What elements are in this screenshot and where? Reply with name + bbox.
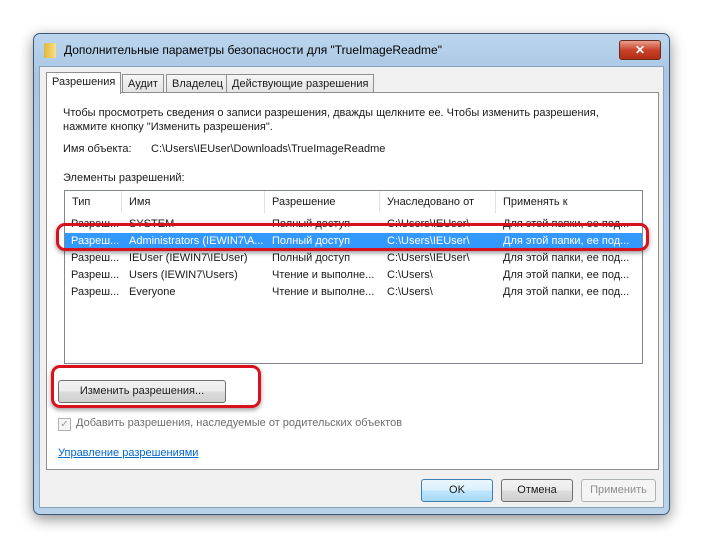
highlight-edit-button <box>51 365 261 408</box>
table-row[interactable]: Разреш... Everyone Чтение и выполне... C:\U… <box>65 284 642 301</box>
column-name[interactable]: Имя <box>122 191 265 213</box>
table-row[interactable]: Разреш... IEUser (IEWIN7\IEUser) Полный до… <box>65 250 642 267</box>
close-button[interactable]: ✕ <box>619 40 661 60</box>
object-path: C:\Users\IEUser\Downloads\TrueImageReadm… <box>151 143 386 155</box>
table-cell: Users (IEWIN7\Users) <box>129 269 238 281</box>
cancel-button[interactable]: Отмена <box>501 479 573 502</box>
inherit-checkbox-label: Добавить разрешения, наследуемые от роди… <box>76 417 403 429</box>
table-cell: Разреш... <box>71 252 120 264</box>
security-dialog: Дополнительные параметры безопасности дл… <box>33 33 670 515</box>
table-cell: C:\Users\IEUser\ <box>387 252 470 264</box>
tab-permissions[interactable]: Разрешения <box>46 72 122 94</box>
info-text-2: нажмите кнопку "Изменить разрешения". <box>63 121 273 133</box>
tab-owner[interactable]: Владелец <box>166 74 229 93</box>
table-cell: Everyone <box>129 286 176 298</box>
ok-button[interactable]: OK <box>421 479 493 502</box>
table-cell: C:\Users\ <box>387 269 433 281</box>
manage-permissions-link[interactable]: Управление разрешениями <box>58 447 198 459</box>
table-cell: Для этой папки, ее под... <box>503 252 630 264</box>
column-inherited-from[interactable]: Унаследовано от <box>380 191 496 213</box>
highlight-selected-row <box>56 223 649 251</box>
table-cell: Чтение и выполне... <box>272 269 375 281</box>
tab-effective-permissions[interactable]: Действующие разрешения <box>226 74 375 93</box>
table-cell: Для этой папки, ее под... <box>503 286 630 298</box>
inherit-checkbox[interactable]: ✓ <box>58 418 71 431</box>
table-cell: Полный доступ <box>272 252 351 264</box>
column-permission[interactable]: Разрешение <box>265 191 380 213</box>
table-row[interactable]: Разреш... Users (IEWIN7\Users) Чтение и вы… <box>65 267 642 284</box>
table-cell: Разреш... <box>71 269 120 281</box>
info-text: Чтобы просмотреть сведения о записи разр… <box>63 107 599 119</box>
column-type[interactable]: Тип <box>65 191 122 213</box>
apply-button[interactable]: Применить <box>581 479 656 502</box>
entries-label: Элементы разрешений: <box>63 172 185 184</box>
table-cell: Разреш... <box>71 286 120 298</box>
object-label: Имя объекта: <box>63 143 132 155</box>
permissions-list[interactable]: Тип Имя Разрешение Унаследовано от Приме… <box>64 190 643 364</box>
table-cell: C:\Users\ <box>387 286 433 298</box>
folder-icon <box>44 43 56 58</box>
tab-audit[interactable]: Аудит <box>122 74 164 93</box>
dialog-body: Разрешения Аудит Владелец Действующие ра… <box>39 66 664 508</box>
window-title: Дополнительные параметры безопасности дл… <box>64 43 442 57</box>
table-cell: Чтение и выполне... <box>272 286 375 298</box>
permissions-panel: Чтобы просмотреть сведения о записи разр… <box>46 92 659 470</box>
table-cell: Для этой папки, ее под... <box>503 269 630 281</box>
column-apply-to[interactable]: Применять к <box>496 191 642 213</box>
table-cell: IEUser (IEWIN7\IEUser) <box>129 252 248 264</box>
